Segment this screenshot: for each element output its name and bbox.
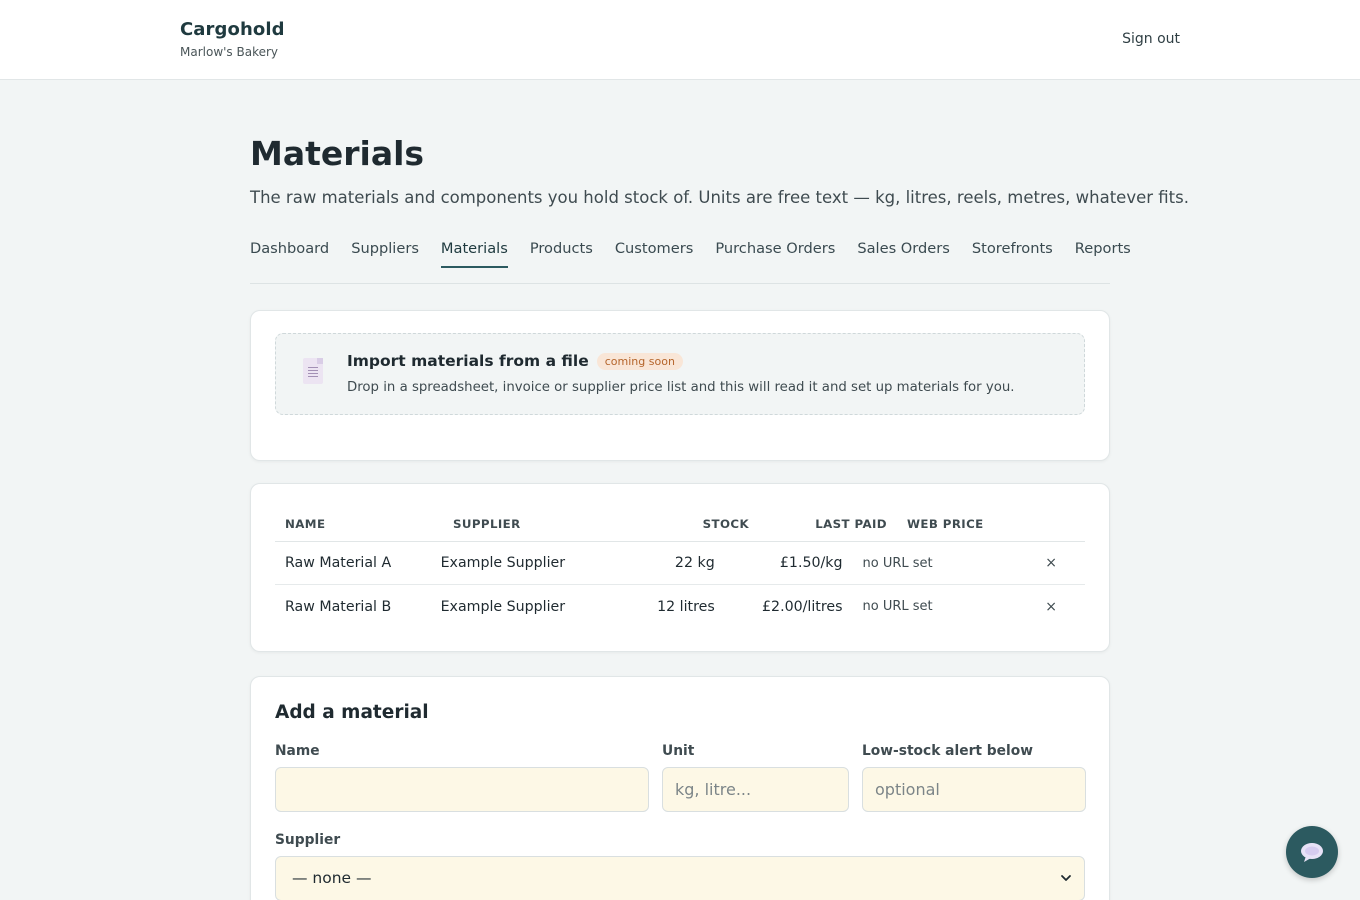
- top-bar: Cargohold Marlow's Bakery Sign out: [0, 0, 1360, 80]
- chat-button[interactable]: [1286, 826, 1338, 878]
- tab-reports[interactable]: Reports: [1075, 238, 1131, 268]
- cell-web-price: no URL set: [862, 599, 933, 614]
- name-label: Name: [275, 743, 320, 759]
- table-row: Raw Material B Example Supplier 12 litre…: [275, 585, 1085, 628]
- cell-stock: 22 kg: [674, 555, 715, 571]
- header-web-price: WEB PRICE: [907, 517, 984, 531]
- import-card: Import materials from a file coming soon…: [250, 310, 1110, 461]
- unit-label: Unit: [662, 743, 695, 759]
- cell-last-paid: £1.50/kg: [779, 555, 843, 571]
- cell-supplier: Example Supplier: [440, 555, 566, 571]
- supplier-select[interactable]: — none —: [275, 856, 1085, 900]
- cell-name: Raw Material A: [285, 555, 392, 571]
- low-stock-input[interactable]: [862, 767, 1086, 812]
- unit-field-group: Unit: [662, 743, 849, 812]
- chat-bubble-icon: [1301, 843, 1323, 862]
- delete-cell: ×: [990, 599, 1085, 615]
- import-dropzone[interactable]: Import materials from a file coming soon…: [275, 333, 1085, 415]
- import-title: Import materials from a file: [347, 352, 589, 370]
- header-supplier: SUPPLIER: [453, 517, 521, 531]
- tab-sales-orders[interactable]: Sales Orders: [857, 238, 950, 268]
- tab-materials[interactable]: Materials: [440, 238, 508, 268]
- delete-button[interactable]: ×: [1045, 555, 1057, 571]
- tab-purchase-orders[interactable]: Purchase Orders: [715, 238, 835, 268]
- header-last-paid: LAST PAID: [815, 517, 887, 531]
- supplier-selected-value: — none —: [292, 869, 372, 887]
- supplier-field-group: Supplier — none —: [275, 832, 1085, 900]
- table-header: NAME SUPPLIER STOCK LAST PAID WEB PRICE: [275, 508, 1085, 542]
- cell-stock: 12 litres: [657, 598, 715, 615]
- cell-supplier: Example Supplier: [440, 598, 566, 615]
- page-description: The raw materials and components you hol…: [250, 188, 1189, 207]
- delete-button[interactable]: ×: [1045, 599, 1057, 615]
- cell-name: Raw Material B: [285, 598, 392, 615]
- cell-last-paid: £2.00/litres: [762, 598, 843, 615]
- materials-table-card: NAME SUPPLIER STOCK LAST PAID WEB PRICE …: [250, 483, 1110, 652]
- name-field-group: Name: [275, 743, 649, 812]
- tab-suppliers[interactable]: Suppliers: [351, 238, 419, 268]
- add-material-title: Add a material: [275, 702, 429, 723]
- tab-products[interactable]: Products: [530, 238, 593, 268]
- brand-name: Cargohold: [180, 19, 285, 40]
- coming-soon-badge: coming soon: [596, 352, 683, 370]
- nav-tabs: Dashboard Suppliers Materials Products C…: [250, 238, 1131, 284]
- tab-storefronts[interactable]: Storefronts: [972, 238, 1053, 268]
- header-name: NAME: [285, 517, 326, 531]
- brand-subtitle: Marlow's Bakery: [180, 45, 279, 59]
- cell-web-price: no URL set: [862, 555, 933, 571]
- tab-customers[interactable]: Customers: [615, 238, 694, 268]
- table-row: Raw Material A Example Supplier 22 kg £1…: [275, 542, 1085, 585]
- low-stock-label: Low-stock alert below: [862, 743, 1033, 759]
- sign-out-link[interactable]: Sign out: [1122, 31, 1180, 47]
- header-stock: STOCK: [702, 517, 749, 531]
- import-title-row: Import materials from a file coming soon: [347, 352, 683, 370]
- document-icon: [303, 358, 323, 384]
- tab-dashboard[interactable]: Dashboard: [250, 238, 329, 268]
- add-material-card: Add a material Name Unit Low-stock alert…: [250, 676, 1110, 900]
- main-content: Materials The raw materials and componen…: [250, 80, 1189, 900]
- import-description: Drop in a spreadsheet, invoice or suppli…: [347, 380, 1015, 395]
- low-stock-field-group: Low-stock alert below: [862, 743, 1086, 812]
- unit-input[interactable]: [662, 767, 849, 812]
- add-material-fields: Name Unit Low-stock alert below: [275, 743, 1086, 812]
- name-input[interactable]: [275, 767, 649, 812]
- supplier-label: Supplier: [275, 832, 341, 848]
- page-title: Materials: [250, 134, 425, 173]
- delete-cell: ×: [990, 555, 1085, 571]
- chevron-down-icon: [1061, 875, 1071, 881]
- brand: Cargohold Marlow's Bakery: [180, 19, 285, 59]
